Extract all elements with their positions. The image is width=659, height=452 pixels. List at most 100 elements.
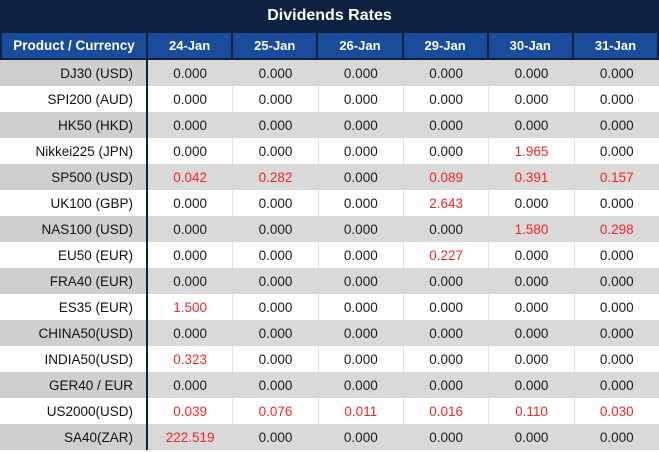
table-row: SP500 (USD) 0.042 0.282 0.000 0.089 0.391 0.15… — [0, 164, 659, 190]
rate-cell: 0.000 — [488, 190, 573, 216]
rate-cell: 0.000 — [488, 60, 574, 86]
rate-cell: 0.000 — [488, 112, 574, 138]
date-headers: 24-Jan 25-Jan 26-Jan 29-Jan 30-Jan 31-Jan — [148, 33, 657, 58]
rate-cell: 0.227 — [402, 242, 488, 268]
rate-cell: 0.000 — [402, 60, 489, 86]
rate-cell: 0.000 — [317, 86, 403, 112]
rate-cell: 0.000 — [573, 190, 659, 216]
rate-cell: 0.000 — [402, 216, 489, 242]
rate-cell: 0.000 — [573, 294, 659, 320]
rate-cell: 0.000 — [317, 112, 403, 138]
rate-cell: 0.000 — [173, 143, 208, 159]
table-row: NAS100 (USD) 0.000 0.000 0.000 0.000 1.580 0.2… — [0, 216, 659, 242]
rate-cell: 0.000 — [402, 268, 489, 294]
rate-cell: 0.000 — [148, 112, 233, 138]
table-row: EU50 (EUR) 0.000 0.000 0.000 0.227 0.000 0.000 — [0, 242, 659, 268]
product-cell: DJ30 (USD) — [0, 60, 148, 86]
table-row: CHINA50(USD) 0.000 0.000 0.000 0.000 0.000 0.0… — [0, 320, 659, 346]
product-cell: ES35 (EUR) — [0, 294, 148, 320]
rate-cell: 0.000 — [317, 320, 403, 346]
date-header-31-jan: 31-Jan — [571, 33, 657, 58]
table-row: SPI200 (AUD) 0.000 0.000 0.000 0.000 0.000 0.0… — [0, 86, 659, 112]
product-cell: CHINA50(USD) — [0, 320, 148, 346]
product-cell: SP500 (USD) — [0, 164, 148, 190]
rate-cell: 0.323 — [173, 351, 208, 367]
rate-cell: 0.000 — [402, 372, 489, 398]
rate-cell: 0.391 — [488, 164, 574, 190]
table-body: DJ30 (USD) 0.000 0.000 0.000 0.000 0.000 0.000… — [0, 60, 659, 450]
rate-cell: 222.519 — [148, 424, 233, 450]
rate-cell: 0.000 — [573, 424, 659, 450]
rate-cell: 0.000 — [232, 294, 317, 320]
rate-cell: 0.000 — [232, 320, 318, 346]
rate-cell: 0.000 — [173, 247, 208, 263]
rate-cell: 0.000 — [402, 320, 489, 346]
rate-cell: 0.000 — [317, 372, 403, 398]
date-header-25-jan: 25-Jan — [231, 33, 316, 58]
rate-cell: 0.298 — [573, 216, 659, 242]
product-cell: Nikkei225 (JPN) — [0, 138, 148, 164]
rate-cell: 0.000 — [232, 112, 318, 138]
table-header-row: Product / Currency 24-Jan 25-Jan 26-Jan 29-… — [0, 31, 659, 60]
rate-cell: 1.965 — [488, 138, 573, 164]
product-cell: NAS100 (USD) — [0, 216, 148, 242]
rate-cell: 0.000 — [488, 346, 573, 372]
rate-cell: 0.000 — [573, 60, 659, 86]
rate-cell: 0.000 — [488, 320, 574, 346]
table-row: DJ30 (USD) 0.000 0.000 0.000 0.000 0.000 0.000 — [0, 60, 659, 86]
product-cell: GER40 / EUR — [0, 372, 148, 398]
table-row: FRA40 (EUR) 0.000 0.000 0.000 0.000 0.000 0.00… — [0, 268, 659, 294]
rate-cell: 0.000 — [232, 372, 318, 398]
product-cell: INDIA50(USD) — [0, 346, 148, 372]
rate-cell: 0.000 — [402, 424, 489, 450]
rate-cell: 0.157 — [573, 164, 659, 190]
table-row: ES35 (EUR) 1.500 0.000 0.000 0.000 0.000 0.000 — [0, 294, 659, 320]
rate-cell: 0.000 — [317, 294, 403, 320]
rate-cell: 0.000 — [402, 138, 488, 164]
rate-cell: 0.000 — [573, 372, 659, 398]
dividends-rates-table: Dividends Rates Product / Currency 24-Ja… — [0, 0, 659, 452]
rate-cell: 0.000 — [148, 372, 233, 398]
rate-cell: 0.000 — [488, 294, 573, 320]
rate-cell: 0.076 — [232, 398, 317, 424]
date-header-30-jan: 30-Jan — [486, 33, 572, 58]
rate-cell: 0.000 — [573, 138, 659, 164]
rate-cell: 0.000 — [317, 242, 403, 268]
rate-cell: 0.000 — [232, 268, 318, 294]
rate-cell: 0.000 — [573, 112, 659, 138]
rate-cell: 0.000 — [402, 346, 488, 372]
rate-cell: 0.282 — [232, 164, 318, 190]
rate-cell: 0.016 — [402, 398, 488, 424]
table-row: HK50 (HKD) 0.000 0.000 0.000 0.000 0.000 0.000 — [0, 112, 659, 138]
rate-cell: 0.000 — [232, 138, 317, 164]
rate-cell: 0.000 — [317, 164, 403, 190]
rate-cell: 0.011 — [317, 398, 403, 424]
rate-cell: 0.000 — [402, 112, 489, 138]
table-row: SA40(ZAR) 222.519 0.000 0.000 0.000 0.000 0.00… — [0, 424, 659, 450]
rate-cell: 0.000 — [232, 216, 318, 242]
rate-cell: 0.000 — [573, 320, 659, 346]
rate-cell: 0.000 — [148, 216, 233, 242]
rate-cell: 0.000 — [488, 242, 573, 268]
rate-cell: 0.000 — [573, 242, 659, 268]
table-row: Nikkei225 (JPN) 0.000 0.000 0.000 0.000 1.965… — [0, 138, 659, 164]
rate-cell: 0.000 — [232, 60, 318, 86]
rate-cell: 0.000 — [317, 216, 403, 242]
product-cell: SA40(ZAR) — [0, 424, 148, 450]
rate-cell: 0.110 — [488, 398, 573, 424]
rate-cell: 0.000 — [232, 346, 317, 372]
rate-cell: 0.000 — [148, 60, 233, 86]
rate-cell: 0.000 — [148, 268, 233, 294]
date-header-24-jan: 24-Jan — [168, 38, 211, 53]
rate-cell: 0.000 — [232, 190, 317, 216]
rate-cell: 1.580 — [488, 216, 574, 242]
rate-cell: 0.000 — [317, 190, 403, 216]
rate-cell: 0.000 — [232, 242, 317, 268]
table-row: GER40 / EUR 0.000 0.000 0.000 0.000 0.000 0.00… — [0, 372, 659, 398]
product-cell: SPI200 (AUD) — [0, 86, 148, 112]
rate-cell: 0.042 — [148, 164, 233, 190]
rate-cell: 0.000 — [488, 372, 574, 398]
product-cell: UK100 (GBP) — [0, 190, 148, 216]
rate-cell: 2.643 — [402, 190, 488, 216]
product-cell: FRA40 (EUR) — [0, 268, 148, 294]
